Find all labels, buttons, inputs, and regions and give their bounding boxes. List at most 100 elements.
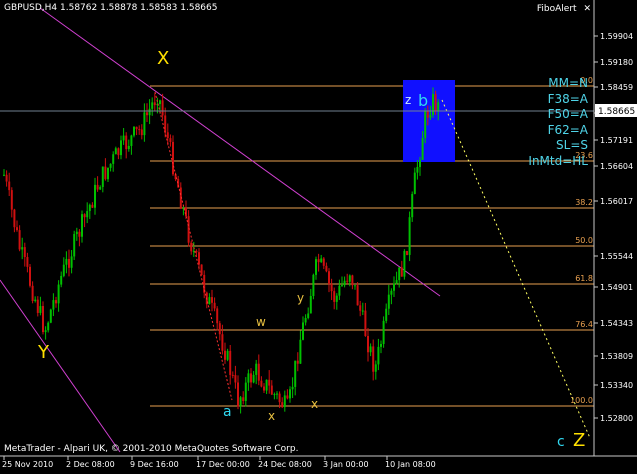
candle-body <box>304 317 307 323</box>
candle-body <box>419 159 421 168</box>
indicator-name: FiboAlert <box>536 4 577 14</box>
candle-body <box>198 252 200 265</box>
price-tick-label: 1.54901 <box>600 283 633 292</box>
candle-body <box>114 148 117 155</box>
candle-body <box>406 250 408 255</box>
time-tick-label: 25 Nov 2010 <box>2 460 53 469</box>
candle-body <box>216 308 219 324</box>
candle-body <box>23 247 26 258</box>
candle-body <box>99 186 102 190</box>
fibo-retracement[interactable]: 0.023.638.250.061.876.4100.0 <box>150 76 594 407</box>
wave-label-z: z <box>405 93 411 107</box>
wave-label-w: w <box>256 315 266 329</box>
candle-body <box>125 135 128 150</box>
candle-body <box>195 250 198 253</box>
candle-body <box>101 166 104 187</box>
candle-body <box>211 297 213 303</box>
candle-body <box>117 148 120 156</box>
candle-body <box>351 275 354 286</box>
candle-body <box>13 209 16 228</box>
candle-body <box>94 184 96 208</box>
wave-label-x-1: x <box>268 409 275 423</box>
candle-body <box>364 310 367 337</box>
candle-body <box>369 346 372 353</box>
candle-body <box>83 214 86 218</box>
candle-body <box>270 385 273 395</box>
candle-body <box>120 140 122 156</box>
f50-status: F50=A <box>547 107 588 121</box>
candle-body <box>320 258 323 263</box>
candle-body <box>250 373 252 383</box>
candle-body <box>317 259 320 263</box>
candle-body <box>34 299 37 302</box>
candle-body <box>341 285 343 287</box>
candle-body <box>437 102 440 112</box>
metatrader-chart-window: 0.0 23.6 38.2 50.0 61.8 76.4 100.0 1.59904 1.59… <box>0 0 637 474</box>
fibo-level-label: 38.2 <box>575 198 593 207</box>
fibo-level-label: 76.4 <box>575 320 593 329</box>
candle-body <box>159 100 161 105</box>
candle-body <box>172 141 174 175</box>
candle-body <box>333 291 336 302</box>
candle-body <box>312 274 315 296</box>
candle-body <box>146 112 148 116</box>
candle-body <box>328 271 330 284</box>
price-tick-label: 1.59180 <box>600 58 633 67</box>
candle-body <box>122 135 125 141</box>
candle-body <box>88 204 91 212</box>
price-tick-label: 1.54343 <box>600 319 633 328</box>
candle-body <box>255 363 258 375</box>
wave-label-Y: Y <box>37 342 50 363</box>
wave-label-b: b <box>418 91 428 110</box>
wave-label-x-2: x <box>311 397 318 411</box>
fibo-alert-status-panel: MM=N F38=A F50=A F62=A SL=S InMtd=HL <box>528 76 588 169</box>
candle-body <box>354 285 356 287</box>
candle-body <box>218 323 221 335</box>
candle-body <box>377 346 380 365</box>
price-tick-label: 1.55544 <box>600 252 633 261</box>
wave-label-c: c <box>557 434 565 450</box>
candle-body <box>86 211 89 218</box>
candle-body <box>96 184 99 190</box>
candle-body <box>385 308 388 321</box>
price-tick-label: 1.57191 <box>600 136 633 145</box>
candle-body <box>390 290 393 295</box>
inmtd-status: InMtd=HL <box>528 153 588 168</box>
candle-body <box>91 204 94 208</box>
candle-body <box>16 227 18 231</box>
candle-body <box>247 373 250 383</box>
candle-body <box>408 217 411 255</box>
price-axis[interactable]: 1.599041.591801.584591.577501.571911.566… <box>594 32 633 423</box>
candle-body <box>398 267 401 281</box>
candle-body <box>315 259 317 275</box>
candle-body <box>221 334 224 351</box>
candle-body <box>78 231 81 237</box>
time-axis[interactable]: 25 Nov 2010 2 Dec 08:00 9 Dec 16:00 17 Dec … <box>2 456 436 469</box>
close-icon[interactable]: ✕ <box>583 4 591 14</box>
candle-body <box>224 350 226 360</box>
price-chart[interactable]: 0.023.638.250.061.876.4100.0 1.599041.59… <box>0 0 637 474</box>
fibo-level-label: 61.8 <box>575 274 593 283</box>
candle-body <box>416 167 419 173</box>
lower-trend-line[interactable] <box>0 279 121 453</box>
candle-body <box>62 264 65 276</box>
candle-body <box>380 343 382 347</box>
candle-body <box>265 379 268 391</box>
candle-body <box>10 190 13 210</box>
candle-body <box>226 350 229 360</box>
candle-body <box>367 336 369 353</box>
candle-body <box>166 132 169 139</box>
f38-status: F38=A <box>547 91 588 106</box>
candle-body <box>31 285 34 302</box>
candle-body <box>286 395 289 399</box>
mm-status: MM=N <box>548 76 588 90</box>
price-tick-label: 1.58459 <box>600 83 633 92</box>
candle-body <box>112 154 115 164</box>
candle-body <box>21 247 24 250</box>
candle-body <box>49 309 52 323</box>
candle-body <box>185 207 187 217</box>
price-tick-label: 1.52800 <box>600 414 633 423</box>
candle-body <box>434 94 437 112</box>
upper-trend-line[interactable] <box>39 7 441 297</box>
time-tick-label: 9 Dec 16:00 <box>130 460 179 469</box>
